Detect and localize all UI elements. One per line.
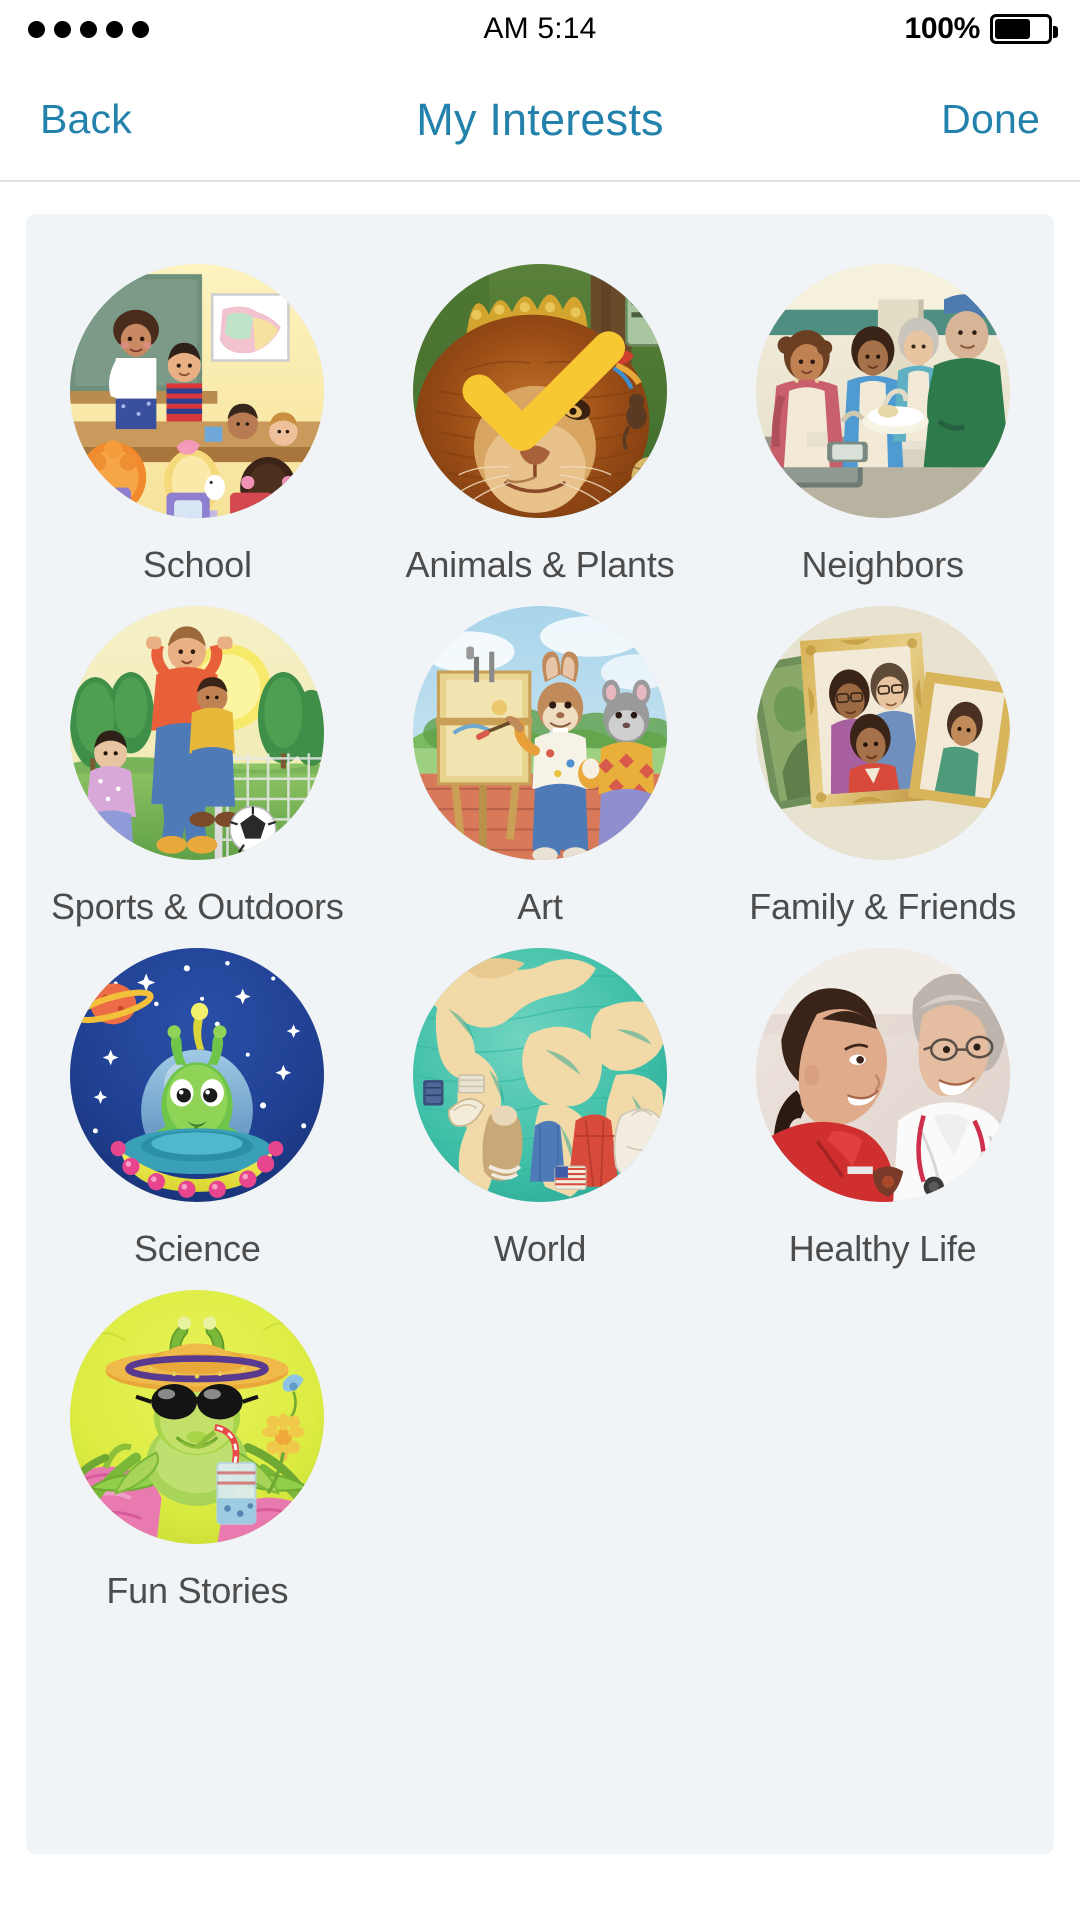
interest-label: Fun Stories [106, 1570, 289, 1611]
battery-icon [990, 14, 1058, 44]
interest-item-fun-stories[interactable]: Fun Stories [26, 1276, 369, 1618]
soup-kitchen-illustration[interactable] [755, 264, 1010, 518]
interest-item-world[interactable]: World [369, 934, 712, 1276]
rabbit-painting-illustration[interactable] [412, 606, 667, 860]
interest-item-art[interactable]: Art [369, 592, 712, 934]
interest-item-animals-plants[interactable]: Animals & Plants [369, 250, 712, 592]
interest-item-science[interactable]: Science [26, 934, 369, 1276]
globe-illustration[interactable] [412, 948, 667, 1202]
interest-label: Art [517, 886, 563, 927]
lion-illustration[interactable] [412, 264, 667, 518]
interest-label: Neighbors [801, 544, 964, 585]
classroom-illustration[interactable] [70, 264, 325, 518]
grasshopper-illustration[interactable] [70, 1290, 325, 1544]
interest-label: Science [133, 1228, 261, 1269]
soccer-illustration[interactable] [70, 606, 325, 860]
interest-item-school[interactable]: School [26, 250, 369, 592]
battery-percent-label: 100% [904, 12, 980, 45]
page-title: My Interests [416, 94, 664, 145]
interest-label: School [142, 544, 252, 585]
navigation-bar: Back My Interests Done [0, 58, 1080, 182]
interest-label: Family & Friends [749, 886, 1017, 927]
interest-item-neighbors[interactable]: Neighbors [711, 250, 1054, 592]
done-button[interactable]: Done [939, 90, 1042, 149]
interest-label: Animals & Plants [405, 544, 675, 585]
content-area: School Animals & Plants Neighbors Sports… [0, 182, 1080, 1918]
family-photos-illustration[interactable] [755, 606, 1010, 860]
status-bar: AM 5:14 100% [0, 0, 1080, 58]
interest-label: Sports & Outdoors [50, 886, 344, 927]
interests-grid: School Animals & Plants Neighbors Sports… [26, 250, 1054, 1618]
alien-ufo-illustration[interactable] [70, 948, 325, 1202]
interest-item-sports-outdoors[interactable]: Sports & Outdoors [26, 592, 369, 934]
interest-label: World [493, 1228, 587, 1269]
battery-status: 100% [904, 12, 1058, 46]
interests-panel: School Animals & Plants Neighbors Sports… [26, 214, 1054, 1854]
interest-label: Healthy Life [788, 1228, 977, 1269]
interest-item-family-friends[interactable]: Family & Friends [711, 592, 1054, 934]
back-button[interactable]: Back [38, 90, 134, 149]
interest-item-healthy-life[interactable]: Healthy Life [711, 934, 1054, 1276]
doctor-child-photo[interactable] [755, 948, 1010, 1202]
